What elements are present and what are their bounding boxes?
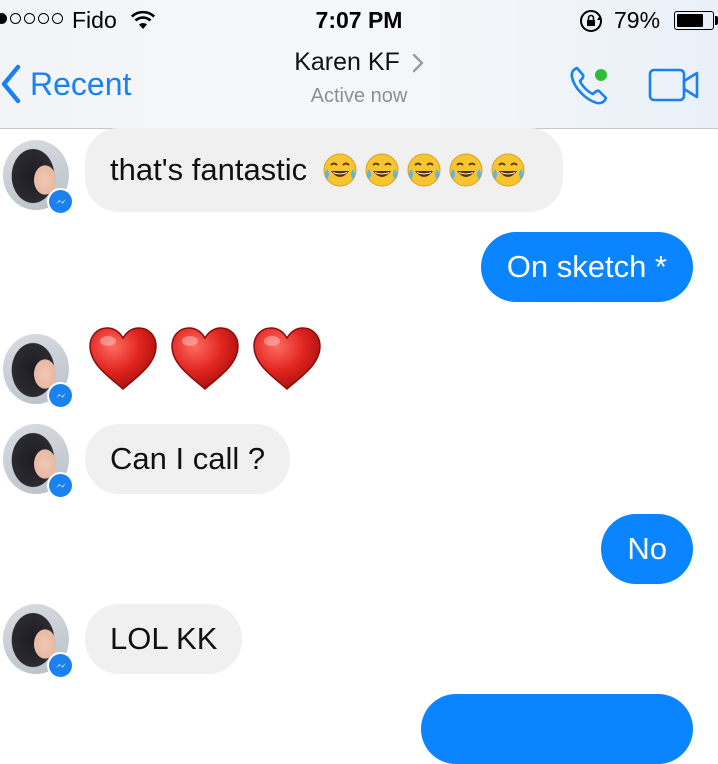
- message-text: No: [627, 531, 667, 566]
- contact-avatar[interactable]: [3, 140, 74, 215]
- top-bar: Fido 7:07 PM 79% Recent Karen KF Active …: [0, 0, 718, 129]
- outgoing-message-bubble[interactable]: [421, 694, 693, 764]
- messenger-badge-icon: [47, 472, 74, 499]
- message-text: LOL KK: [110, 621, 218, 656]
- contact-name: Karen KF: [294, 48, 400, 76]
- messenger-badge-icon: [47, 652, 74, 679]
- video-call-button[interactable]: [648, 66, 700, 104]
- tears-of-joy-emoji-icon: [323, 153, 357, 187]
- heart-emoji-message[interactable]: [88, 326, 322, 392]
- contact-name-button[interactable]: Karen KF: [294, 48, 424, 77]
- laughing-emoji-row: [317, 151, 527, 190]
- incoming-message-bubble[interactable]: Can I call ?: [85, 424, 291, 494]
- message-text: Can I call ?: [110, 441, 266, 476]
- online-indicator: [595, 69, 607, 81]
- tears-of-joy-emoji-icon: [365, 153, 399, 187]
- battery-icon: [674, 11, 714, 30]
- red-heart-emoji-icon: [89, 327, 157, 390]
- video-camera-icon: [648, 68, 699, 102]
- voice-call-button[interactable]: [566, 62, 614, 110]
- chevron-right-icon: [412, 53, 423, 72]
- clock: 7:07 PM: [315, 7, 403, 33]
- message-text: that's fantastic: [110, 152, 308, 187]
- battery-percentage: 79%: [614, 7, 661, 33]
- status-bar: Fido 7:07 PM 79%: [0, 0, 718, 40]
- contact-avatar[interactable]: [3, 334, 74, 409]
- contact-avatar[interactable]: [3, 424, 74, 499]
- incoming-message-bubble[interactable]: LOL KK: [85, 604, 243, 674]
- outgoing-message-bubble[interactable]: No: [601, 514, 693, 584]
- rotation-lock-icon: [578, 8, 604, 40]
- outgoing-message-bubble[interactable]: On sketch *: [480, 232, 693, 302]
- messenger-badge-icon: [47, 188, 74, 215]
- incoming-message-bubble[interactable]: that's fantastic: [85, 128, 563, 212]
- tears-of-joy-emoji-icon: [449, 153, 483, 187]
- red-heart-emoji-icon: [171, 327, 239, 390]
- tears-of-joy-emoji-icon: [407, 153, 441, 187]
- red-heart-emoji-icon: [253, 327, 321, 390]
- tears-of-joy-emoji-icon: [491, 153, 525, 187]
- message-text: On sketch *: [506, 249, 667, 284]
- messenger-badge-icon: [47, 382, 74, 409]
- contact-avatar[interactable]: [3, 604, 74, 679]
